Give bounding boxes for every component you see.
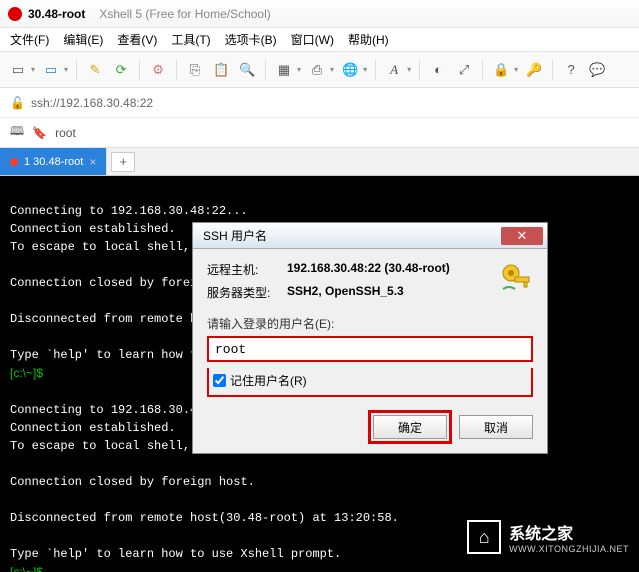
bookmark-add-icon[interactable]: 🕮 — [10, 122, 24, 143]
new-tab-button[interactable]: + — [111, 152, 135, 172]
remember-username-checkbox[interactable]: 记住用户名(R) — [207, 368, 533, 397]
ok-button[interactable]: 确定 — [373, 415, 447, 439]
tab-label: 1 30.48-root — [24, 156, 83, 168]
username-input[interactable] — [207, 336, 533, 362]
app-title: Xshell 5 (Free for Home/School) — [99, 7, 270, 21]
menu-bar: 文件(F) 编辑(E) 查看(V) 工具(T) 选项卡(B) 窗口(W) 帮助(… — [0, 28, 639, 52]
dialog-title: SSH 用户名 — [203, 227, 267, 244]
toolbar: ▭▾ ▭▾ ✎ ⟳ ⚙ ⎘ 📋 🔍 ▦▾ ⎙▾ 🌐▾ A▾ ◐ ⤢ 🔒▾ 🔑 ?… — [0, 52, 639, 88]
bookmark-label[interactable]: root — [55, 126, 76, 140]
dialog-titlebar[interactable]: SSH 用户名 ✕ — [193, 223, 547, 249]
watermark-logo-icon: ⌂ — [467, 520, 501, 554]
watermark: ⌂ 系统之家 WWW.XITONGZHIJIA.NET — [467, 520, 629, 554]
remember-label: 记住用户名(R) — [230, 372, 307, 389]
copy-icon[interactable]: ⎘ — [185, 60, 205, 80]
remember-checkbox-input[interactable] — [213, 374, 226, 387]
watermark-name: 系统之家 — [509, 520, 629, 544]
close-icon[interactable]: ✕ — [501, 227, 543, 245]
title-bar: 30.48-root Xshell 5 (Free for Home/Schoo… — [0, 0, 639, 28]
open-icon[interactable]: ▭ — [41, 60, 61, 80]
globe-icon[interactable]: 🌐 — [340, 60, 360, 80]
lock-icon[interactable]: 🔒 — [491, 60, 511, 80]
find-icon[interactable]: 🔍 — [237, 60, 257, 80]
remote-host-label: 远程主机: — [207, 261, 287, 278]
menu-window[interactable]: 窗口(W) — [291, 31, 334, 48]
color-icon[interactable]: ◐ — [428, 60, 448, 80]
menu-edit[interactable]: 编辑(E) — [63, 31, 103, 48]
new-session-icon[interactable]: ▭ — [8, 60, 28, 80]
menu-view[interactable]: 查看(V) — [117, 31, 157, 48]
fullscreen-icon[interactable]: ⤢ — [454, 60, 474, 80]
ssh-username-dialog: SSH 用户名 ✕ 远程主机: 192.168.30.48:22 (30.48-… — [192, 222, 548, 454]
server-type-label: 服务器类型: — [207, 284, 287, 301]
key-icon[interactable]: 🔑 — [524, 60, 544, 80]
tab-close-icon[interactable]: × — [89, 155, 96, 169]
lock-small-icon: 🔓 — [10, 96, 25, 110]
menu-help[interactable]: 帮助(H) — [348, 31, 389, 48]
tab-bar: 1 30.48-root × + — [0, 148, 639, 176]
tab-status-icon — [10, 158, 18, 166]
key-art-icon — [497, 259, 533, 295]
cancel-button[interactable]: 取消 — [459, 415, 533, 439]
paste-icon[interactable]: 📋 — [211, 60, 231, 80]
session-title: 30.48-root — [28, 7, 85, 21]
bookmark-icon[interactable]: 🔖 — [32, 126, 47, 140]
chat-icon[interactable]: 💬 — [587, 60, 607, 80]
help-icon[interactable]: ? — [561, 60, 581, 80]
watermark-url: WWW.XITONGZHIJIA.NET — [509, 544, 629, 554]
address-text[interactable]: ssh://192.168.30.48:22 — [31, 96, 153, 110]
encoding-icon[interactable]: ⎙ — [307, 60, 327, 80]
app-icon — [8, 7, 22, 21]
reconnect-icon[interactable]: ⟳ — [111, 60, 131, 80]
address-bar: 🔓 ssh://192.168.30.48:22 — [0, 88, 639, 118]
properties-icon[interactable]: ⚙ — [148, 60, 168, 80]
menu-tools[interactable]: 工具(T) — [171, 31, 210, 48]
tab-session[interactable]: 1 30.48-root × — [0, 148, 107, 175]
layout-icon[interactable]: ▦ — [274, 60, 294, 80]
bookmark-bar: 🕮 🔖 root — [0, 118, 639, 148]
dialog-info: 远程主机: 192.168.30.48:22 (30.48-root) 服务器类… — [207, 261, 533, 301]
menu-file[interactable]: 文件(F) — [10, 31, 49, 48]
menu-tabs[interactable]: 选项卡(B) — [225, 31, 277, 48]
username-input-label: 请输入登录的用户名(E): — [207, 315, 533, 332]
font-icon[interactable]: A — [384, 60, 404, 80]
edit-icon[interactable]: ✎ — [85, 60, 105, 80]
